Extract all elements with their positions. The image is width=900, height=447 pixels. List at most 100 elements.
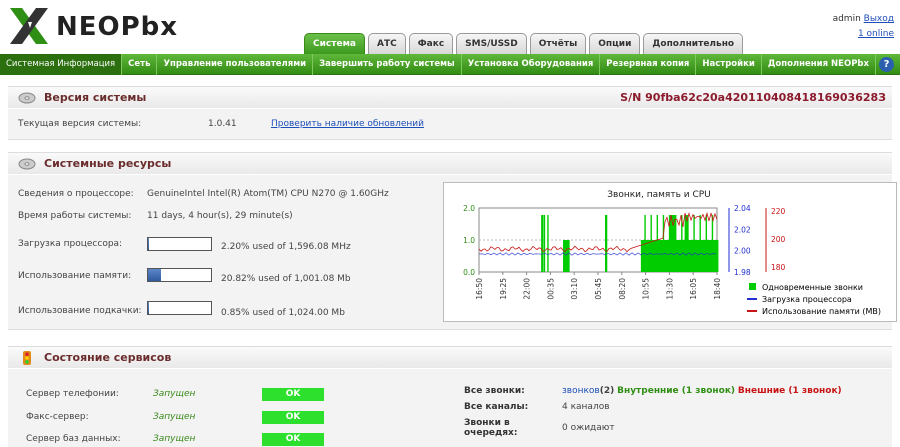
calls-bar [605,215,608,272]
menu-system-info[interactable]: Системная Информация [0,53,123,75]
x-tick-label: 08:20 [618,278,627,300]
cpu-load-bar [147,237,212,251]
services-section-header: Состояние сервисов [8,346,892,368]
cpu-load-fill [148,238,150,250]
memory-fill [148,269,162,281]
calls-bar [542,215,544,272]
services-section-title: Состояние сервисов [44,351,172,364]
y-mid-tick-label: 2.02 [734,225,751,234]
calls-bar [717,240,719,272]
memory-bar [147,268,212,282]
help-icon[interactable]: ? [879,57,894,72]
cpu-load-value: 2.20% used of 1,596.08 MHz [221,242,351,252]
x-tick-label: 05:45 [594,278,603,300]
top-tabs: Система АТС Факс SMS/USSD Отчёты Опции Д… [304,33,744,54]
swap-label: Использование подкачки: [18,306,142,316]
external-calls: Внешние (1 звонок) [737,386,842,396]
cpu-info-label: Сведения о процессоре: [18,189,134,199]
legend-cpu: Загрузка процессора [762,295,852,304]
username: admin [832,14,861,24]
logout-link[interactable]: Выход [864,14,894,24]
y-right-tick-label: 220 [771,207,786,216]
neopbx-logo[interactable]: NEOPbx [8,6,178,46]
version-section-title: Версия системы [44,91,147,104]
resources-section-title: Системные ресурсы [44,157,172,170]
service-db-label: Сервер баз данных: [26,434,121,444]
y-left-tick-label: 1.0 [463,236,475,245]
service-fax-ok-badge: OK [262,411,324,424]
tab-fax[interactable]: Факс [408,33,454,54]
sub-menu: Системная Информация Сеть Управление пол… [0,53,900,75]
menu-settings[interactable]: Настройки [696,53,762,75]
all-calls-value: звонков(2) Внутренние (1 звонок) Внешние… [562,386,842,396]
current-version-label: Текущая версия системы: [18,119,142,129]
queue-value: 0 ожидают [562,423,615,433]
uptime-value: 11 days, 4 hour(s), 29 minute(s) [147,211,293,221]
swap-value: 0.85% used of 1,024.00 Mb [221,308,345,318]
tab-reports[interactable]: Отчёты [529,33,587,54]
menu-network[interactable]: Сеть [122,53,158,75]
internal-calls: Внутренние (1 звонок) [617,386,736,396]
menu-backup[interactable]: Резервная копия [600,53,697,75]
service-telephony-label: Сервер телефонии: [26,389,119,399]
x-tick-label: 03:10 [570,278,579,300]
legend-calls: Одновременные звонки [762,283,863,292]
user-box: admin Выход 1 online [833,12,894,42]
menu-shutdown[interactable]: Завершить работу системы [313,53,462,75]
menu-neopbx-addons[interactable]: Дополнения NEOPbx [762,53,876,75]
all-calls-link[interactable]: звонков [562,386,600,396]
queue-label-2: очередях: [464,428,518,438]
x-ticks: 16:50 19:25 22:00 00:35 03:10 05:45 08:20 10:55… [475,272,722,300]
current-version-value: 1.0.41 [208,119,237,129]
y-mid-tick-label: 2.00 [734,247,751,256]
y-right-ticks: 180 200 220 [771,207,786,272]
tab-system[interactable]: Система [304,33,365,54]
all-calls-count: (2) [599,386,615,396]
menu-user-management[interactable]: Управление пользователями [157,53,314,75]
cpu-info-value: GenuineIntel Intel(R) Atom(TM) CPU N270 … [147,189,389,199]
header: NEOPbx admin Выход 1 online Система АТС … [0,0,900,54]
x-tick-label: 13:30 [665,278,674,300]
x-tick-label: 18:40 [713,278,722,300]
version-panel: Текущая версия системы: 1.0.41 Проверить… [8,109,892,140]
all-channels-value: 4 каналов [562,402,610,412]
resource-graph: Звонки, память и CPU 0.0 1.0 2.0 1.98 2.00 2… [443,182,897,322]
calls-bar [547,215,549,272]
tab-sms-ussd[interactable]: SMS/USSD [456,33,527,54]
resources-section-header: Системные ресурсы [8,152,892,174]
menu-hardware-setup[interactable]: Установка Оборудования [462,53,601,75]
cpu-load-label: Загрузка процессора: [18,239,123,249]
online-count-link[interactable]: 1 online [858,29,894,39]
y-left-tick-label: 0.0 [463,268,475,277]
serial-number: S/N 90fba62c20a42011040841816903628З [620,91,886,104]
y-right-tick-label: 200 [771,235,786,244]
y-mid-tick-label: 2.04 [734,204,751,213]
graph-legend: Одновременные звонки Загрузка процессора… [747,283,881,316]
uptime-label: Время работы системы: [18,211,132,221]
tab-additional[interactable]: Дополнительно [643,33,744,54]
service-telephony-ok-badge: OK [262,388,324,401]
resource-graph-svg: Звонки, память и CPU 0.0 1.0 2.0 1.98 2.00 2… [463,190,881,316]
traffic-light-icon [23,350,31,365]
version-section-header: Версия системы S/N 90fba62c20a4201104084… [8,86,892,108]
service-db-status: Запущен [153,434,196,444]
x-tick-label: 16:50 [475,278,484,300]
tab-pbx[interactable]: АТС [368,33,406,54]
service-db-ok-badge: OK [262,433,324,446]
memory-label: Использование памяти: [18,271,132,281]
swap-bar [147,301,212,315]
y-left-tick-label: 2.0 [463,204,475,213]
x-tick-label: 22:00 [523,278,532,300]
check-updates-link[interactable]: Проверить наличие обновлений [271,119,424,129]
all-channels-label: Все каналы: [464,402,529,412]
legend-mem: Использование памяти (MB) [762,307,881,316]
service-fax-status: Запущен [153,412,196,422]
x-tick-label: 19:25 [499,278,508,300]
tab-options[interactable]: Опции [589,33,641,54]
swap-fill [148,302,149,314]
x-tick-label: 10:55 [642,278,651,300]
y-right-tick-label: 180 [771,263,786,272]
y-mid-ticks: 1.98 2.00 2.02 2.04 [734,204,751,277]
cd-disk-icon [18,158,36,169]
all-calls-label: Все звонки: [464,386,525,396]
